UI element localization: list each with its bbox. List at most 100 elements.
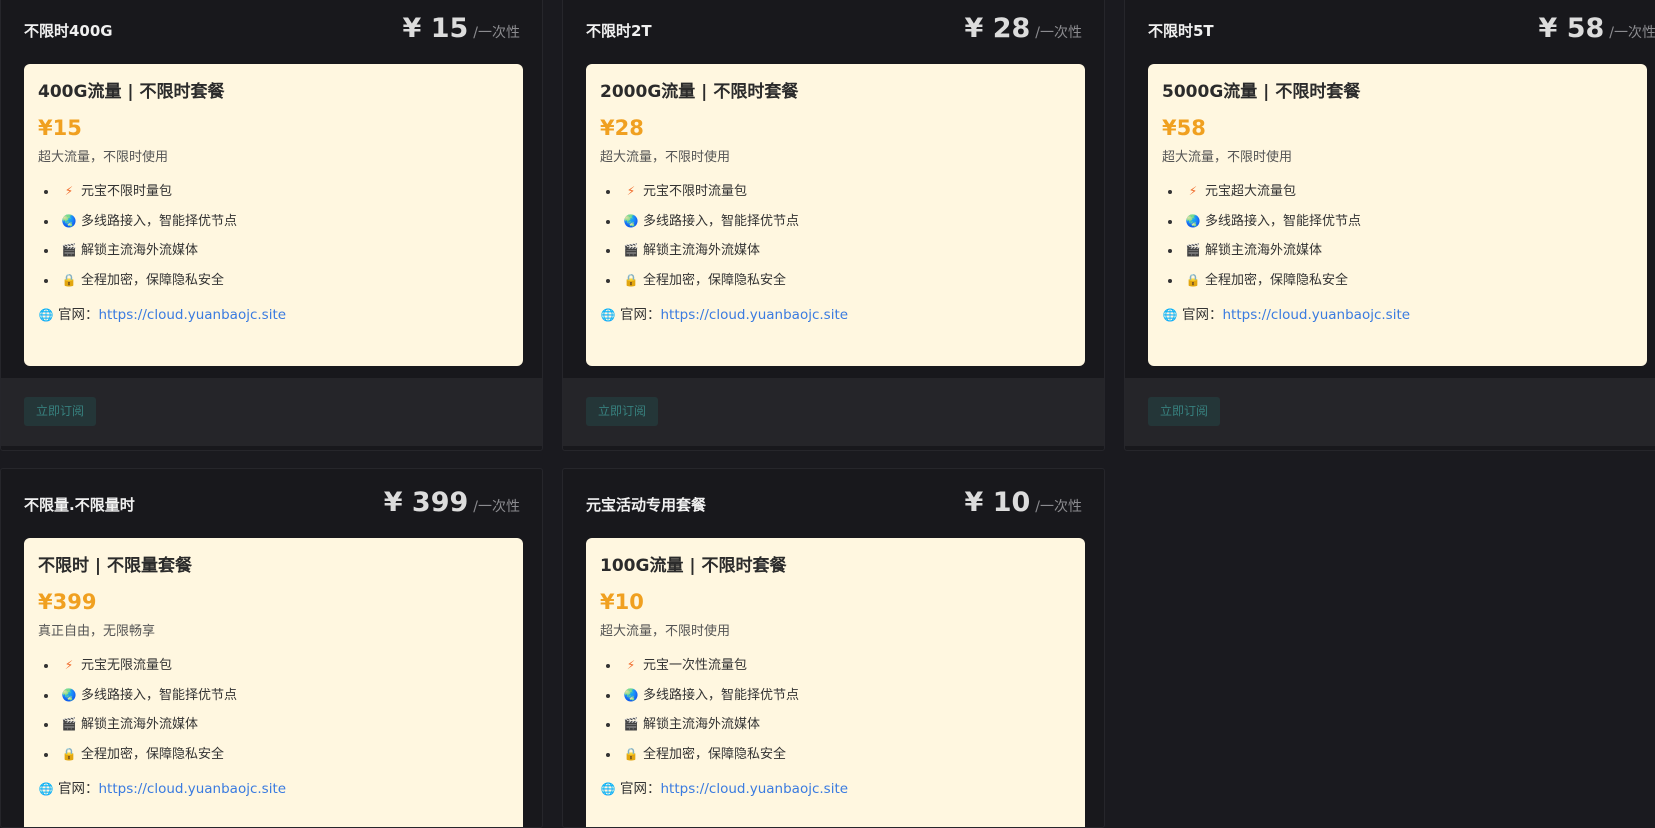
plan-price: ¥ 15 /一次性 (403, 13, 520, 44)
globe-earth-icon: 🌏 (61, 213, 77, 228)
description-subtitle: 真正自由，无限畅享 (38, 624, 156, 639)
feature-item: ⚡元宝超大流量包 (1182, 177, 1633, 207)
feature-item: ⚡元宝不限时量包 (58, 177, 509, 207)
feature-item: 🌏多线路接入，智能择优节点 (1182, 207, 1633, 237)
price-unit: /一次性 (1035, 499, 1082, 515)
lightning-icon: ⚡ (626, 658, 636, 672)
clapper-board-icon: 🎬 (623, 717, 639, 731)
plan-name: 元宝活动专用套餐 (586, 496, 707, 514)
feature-item: 🔒全程加密，保障隐私安全 (58, 740, 509, 770)
lock-icon: 🔒 (61, 272, 77, 287)
price-amount: ¥ 10 (964, 487, 1031, 518)
official-site-row: 🌐 官网：https://cloud.yuanbaojc.site (1162, 303, 1633, 323)
feature-list: ⚡元宝一次性流量包 🌏多线路接入，智能择优节点 🎬解锁主流海外流媒体 🔒全程加密… (600, 651, 1071, 769)
description-subtitle: 超大流量，不限时使用 (600, 150, 731, 165)
clapper-board-icon: 🎬 (61, 243, 77, 257)
description-price: ¥399 (38, 590, 97, 614)
plan-name: 不限时400G (24, 22, 113, 40)
price-unit: /一次性 (473, 499, 520, 515)
subscribe-button[interactable]: 立即订阅 (24, 397, 97, 426)
official-site-link[interactable]: https://cloud.yuanbaojc.site (661, 307, 849, 323)
plan-price: ¥ 399 /一次性 (384, 487, 520, 518)
plan-name: 不限时2T (586, 22, 652, 40)
plan-card: 不限时2T ¥ 28 /一次性 2000G流量 | 不限时套餐 ¥28 超大流量… (562, 0, 1105, 451)
official-site-link[interactable]: https://cloud.yuanbaojc.site (99, 781, 287, 797)
description-subtitle: 超大流量，不限时使用 (600, 624, 731, 639)
feature-item: 🔒全程加密，保障隐私安全 (58, 266, 509, 296)
feature-item: 🔒全程加密，保障隐私安全 (620, 740, 1071, 770)
lock-icon: 🔒 (1185, 272, 1201, 287)
official-site-link[interactable]: https://cloud.yuanbaojc.site (1223, 307, 1411, 323)
globe-earth-icon: 🌏 (623, 687, 639, 702)
feature-list: ⚡元宝不限时流量包 🌏多线路接入，智能择优节点 🎬解锁主流海外流媒体 🔒全程加密… (600, 177, 1071, 295)
feature-item: 🌏多线路接入，智能择优节点 (620, 681, 1071, 711)
description-subtitle: 超大流量，不限时使用 (38, 150, 169, 165)
clapper-board-icon: 🎬 (623, 243, 639, 257)
globe-icon: 🌐 (38, 308, 54, 322)
feature-item: 🎬解锁主流海外流媒体 (1182, 236, 1633, 266)
feature-item: 🌏多线路接入，智能择优节点 (58, 207, 509, 237)
feature-list: ⚡元宝超大流量包 🌏多线路接入，智能择优节点 🎬解锁主流海外流媒体 🔒全程加密，… (1162, 177, 1633, 295)
feature-item: 🎬解锁主流海外流媒体 (620, 236, 1071, 266)
price-amount: ¥ 58 (1538, 13, 1605, 44)
plan-card-header: 不限量.不限量时 ¥ 399 /一次性 (1, 469, 542, 531)
official-site-link[interactable]: https://cloud.yuanbaojc.site (661, 781, 849, 797)
feature-item: ⚡元宝无限流量包 (58, 651, 509, 681)
official-site-link[interactable]: https://cloud.yuanbaojc.site (99, 307, 287, 323)
lock-icon: 🔒 (623, 272, 639, 287)
site-label: 官网： (58, 307, 99, 323)
lightning-icon: ⚡ (64, 658, 74, 672)
price-unit: /一次性 (1609, 25, 1655, 41)
feature-item: 🌏多线路接入，智能择优节点 (58, 681, 509, 711)
globe-icon: 🌐 (600, 782, 616, 796)
description-price: ¥15 (38, 116, 82, 140)
clapper-board-icon: 🎬 (1185, 243, 1201, 257)
site-label: 官网： (620, 781, 661, 797)
feature-item: 🎬解锁主流海外流媒体 (58, 236, 509, 266)
plan-name: 不限量.不限量时 (24, 496, 135, 514)
site-label: 官网： (1182, 307, 1223, 323)
price-amount: ¥ 399 (383, 487, 469, 518)
price-amount: ¥ 15 (402, 13, 469, 44)
description-title: 不限时 | 不限量套餐 (38, 556, 193, 576)
plan-description: 5000G流量 | 不限时套餐 ¥58 超大流量，不限时使用 ⚡元宝超大流量包 … (1148, 64, 1647, 366)
plan-card-header: 元宝活动专用套餐 ¥ 10 /一次性 (563, 469, 1104, 531)
official-site-row: 🌐 官网：https://cloud.yuanbaojc.site (600, 777, 1071, 797)
plan-card: 不限时5T ¥ 58 /一次性 5000G流量 | 不限时套餐 ¥58 超大流量… (1124, 0, 1655, 451)
site-label: 官网： (58, 781, 99, 797)
lightning-icon: ⚡ (64, 184, 74, 198)
feature-item: 🎬解锁主流海外流媒体 (620, 710, 1071, 740)
description-title: 400G流量 | 不限时套餐 (38, 82, 225, 102)
plan-card: 不限量.不限量时 ¥ 399 /一次性 不限时 | 不限量套餐 ¥399 真正自… (0, 468, 543, 828)
globe-earth-icon: 🌏 (61, 687, 77, 702)
lightning-icon: ⚡ (626, 184, 636, 198)
plan-description: 不限时 | 不限量套餐 ¥399 真正自由，无限畅享 ⚡元宝无限流量包 🌏多线路… (24, 538, 523, 827)
plan-card-footer: 立即订阅 (1125, 378, 1655, 446)
description-price: ¥58 (1162, 116, 1206, 140)
subscribe-button[interactable]: 立即订阅 (1148, 397, 1221, 426)
feature-list: ⚡元宝不限时量包 🌏多线路接入，智能择优节点 🎬解锁主流海外流媒体 🔒全程加密，… (38, 177, 509, 295)
plan-card-footer: 立即订阅 (563, 378, 1104, 446)
official-site-row: 🌐 官网：https://cloud.yuanbaojc.site (38, 303, 509, 323)
subscribe-button[interactable]: 立即订阅 (586, 397, 659, 426)
plan-card-header: 不限时5T ¥ 58 /一次性 (1125, 1, 1655, 63)
globe-earth-icon: 🌏 (1185, 213, 1201, 228)
globe-icon: 🌐 (38, 782, 54, 796)
site-label: 官网： (620, 307, 661, 323)
plan-price: ¥ 58 /一次性 (1539, 13, 1655, 44)
globe-icon: 🌐 (1162, 308, 1178, 322)
lightning-icon: ⚡ (1188, 184, 1198, 198)
feature-item: 🎬解锁主流海外流媒体 (58, 710, 509, 740)
plan-price: ¥ 10 /一次性 (965, 487, 1082, 518)
globe-icon: 🌐 (600, 308, 616, 322)
feature-item: 🔒全程加密，保障隐私安全 (620, 266, 1071, 296)
official-site-row: 🌐 官网：https://cloud.yuanbaojc.site (38, 777, 509, 797)
description-subtitle: 超大流量，不限时使用 (1162, 150, 1293, 165)
price-unit: /一次性 (1035, 25, 1082, 41)
feature-item: ⚡元宝不限时流量包 (620, 177, 1071, 207)
official-site-row: 🌐 官网：https://cloud.yuanbaojc.site (600, 303, 1071, 323)
price-amount: ¥ 28 (964, 13, 1031, 44)
description-title: 100G流量 | 不限时套餐 (600, 556, 787, 576)
plan-description: 2000G流量 | 不限时套餐 ¥28 超大流量，不限时使用 ⚡元宝不限时流量包… (586, 64, 1085, 366)
description-title: 5000G流量 | 不限时套餐 (1162, 82, 1361, 102)
